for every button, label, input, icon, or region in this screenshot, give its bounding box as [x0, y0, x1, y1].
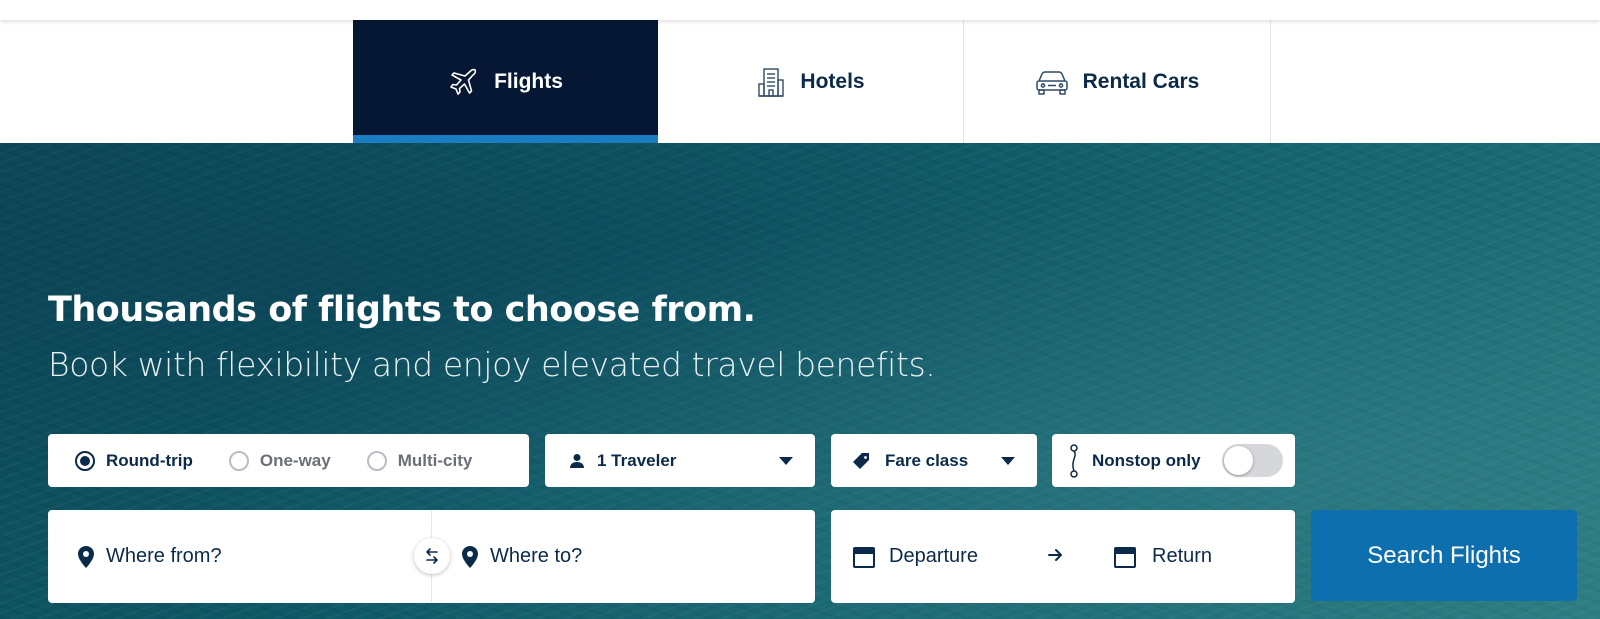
calendar-icon — [853, 546, 875, 568]
hero-subheadline: Book with flexibility and enjoy elevated… — [48, 345, 936, 384]
departure-placeholder: Departure — [889, 545, 978, 567]
destination-field[interactable]: Where to? — [462, 510, 802, 603]
radio-multi-city[interactable]: Multi-city — [366, 450, 473, 471]
nonstop-toggle[interactable] — [1222, 444, 1283, 477]
tab-rental-cars-label: Rental Cars — [1082, 69, 1200, 93]
destination-placeholder: Where to? — [490, 545, 583, 567]
hotel-building-icon — [756, 66, 786, 98]
chevron-down-icon — [1001, 456, 1015, 465]
departure-date-field[interactable]: Departure — [853, 510, 978, 603]
swap-locations-button[interactable] — [414, 538, 450, 574]
airplane-icon — [448, 66, 480, 98]
route-stops-icon — [1068, 443, 1080, 478]
radio-round-trip[interactable]: Round-trip — [75, 450, 193, 471]
toggle-knob — [1224, 446, 1253, 475]
tab-flights-label: Flights — [494, 69, 563, 93]
arrow-right-icon — [1046, 546, 1064, 570]
tab-hotels-label: Hotels — [800, 69, 865, 93]
route-input-group: Where from? Where to? — [48, 510, 815, 603]
travelers-value: 1 Traveler — [597, 450, 677, 470]
radio-multi-city-label: Multi-city — [397, 450, 473, 470]
search-flights-button[interactable]: Search Flights — [1311, 510, 1577, 601]
origin-placeholder: Where from? — [106, 545, 222, 567]
location-pin-icon — [462, 545, 478, 568]
hero-headline: Thousands of flights to choose from. — [48, 290, 756, 330]
headline-text-end: to choose from. — [441, 290, 756, 330]
product-tab-bar: Flights Hotels Rental Cars — [0, 20, 1600, 143]
tab-flights[interactable]: Flights — [353, 20, 658, 143]
nonstop-label: Nonstop only — [1092, 450, 1201, 470]
travelers-dropdown[interactable]: 1 Traveler — [545, 434, 815, 487]
top-header-strip — [0, 0, 1600, 20]
chevron-down-icon — [779, 456, 793, 465]
trip-type-selector: Round-trip One-way Multi-city — [48, 434, 529, 487]
radio-one-way-label: One-way — [259, 450, 331, 470]
return-placeholder: Return — [1152, 545, 1213, 567]
date-input-group: Departure Return — [831, 510, 1295, 603]
return-date-field[interactable]: Return — [1114, 510, 1212, 603]
radio-selected-icon — [75, 450, 95, 471]
car-icon — [1035, 68, 1069, 96]
radio-round-trip-label: Round-trip — [106, 450, 193, 470]
radio-one-way[interactable]: One-way — [228, 450, 331, 471]
radio-unselected-icon — [366, 450, 387, 471]
nonstop-filter: Nonstop only — [1052, 434, 1295, 487]
fare-class-value: Fare class — [885, 450, 969, 470]
radio-unselected-icon — [228, 450, 249, 471]
fare-class-dropdown[interactable]: Fare class — [831, 434, 1037, 487]
person-icon — [569, 453, 585, 469]
location-pin-icon — [78, 545, 94, 568]
ticket-tag-icon — [853, 452, 871, 470]
origin-field[interactable]: Where from? — [78, 510, 418, 603]
headline-emphasis: flights — [318, 290, 442, 330]
tab-hotels[interactable]: Hotels — [658, 20, 964, 143]
headline-text-start: Thousands of — [48, 290, 319, 330]
calendar-icon — [1114, 546, 1136, 568]
tab-rental-cars[interactable]: Rental Cars — [964, 20, 1271, 143]
swap-arrows-icon — [426, 548, 438, 564]
